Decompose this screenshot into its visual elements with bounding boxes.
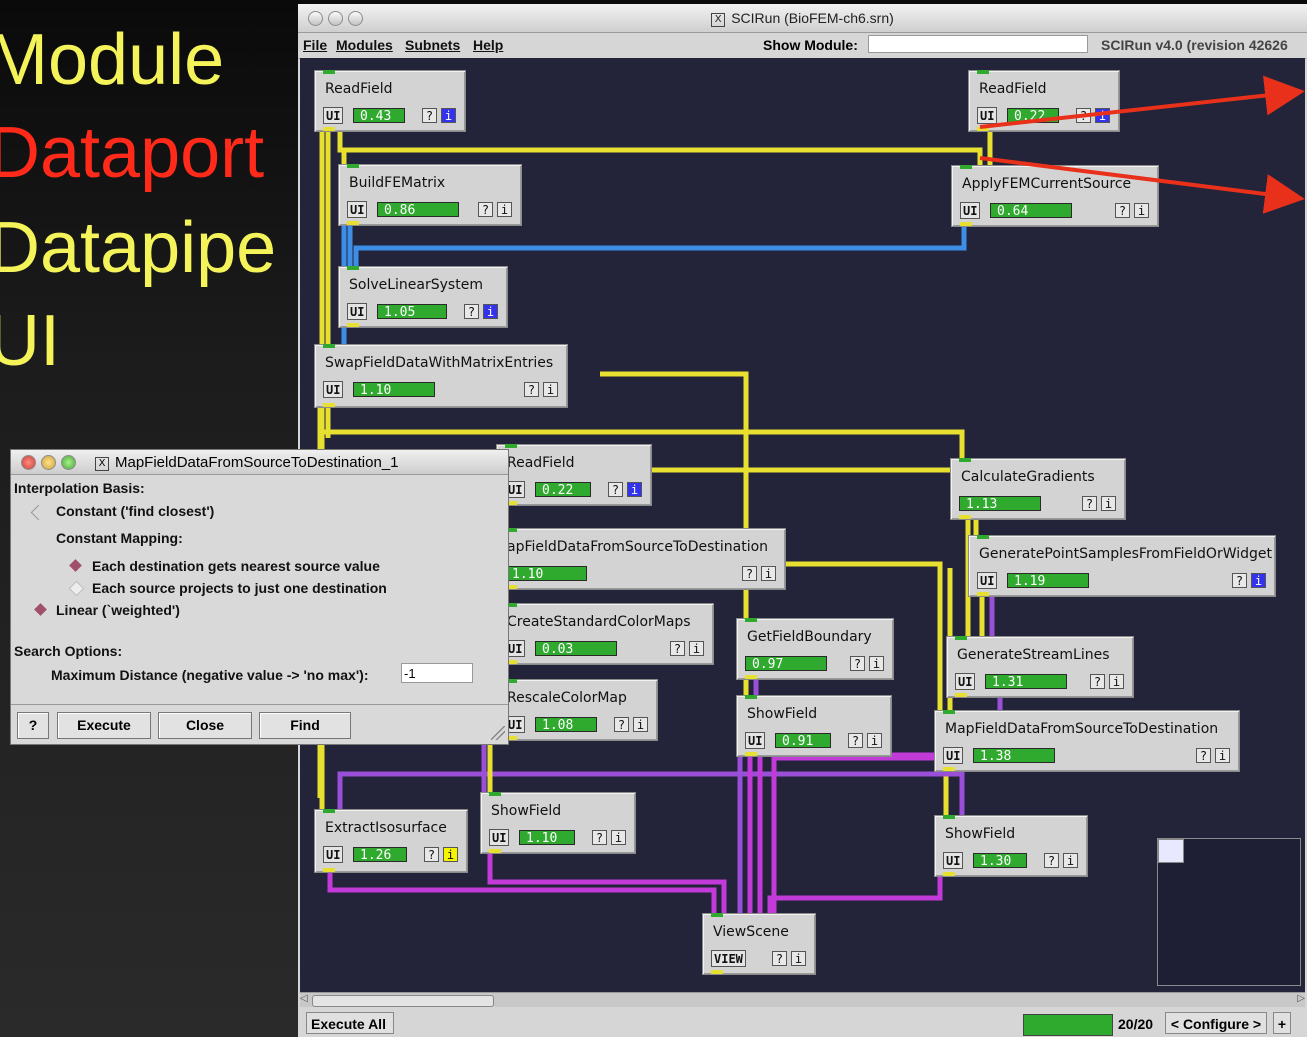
arrow-to-output-port (979, 75, 1305, 129)
arrow-to-input-port (979, 156, 1305, 214)
annotation-arrows (979, 75, 1305, 214)
